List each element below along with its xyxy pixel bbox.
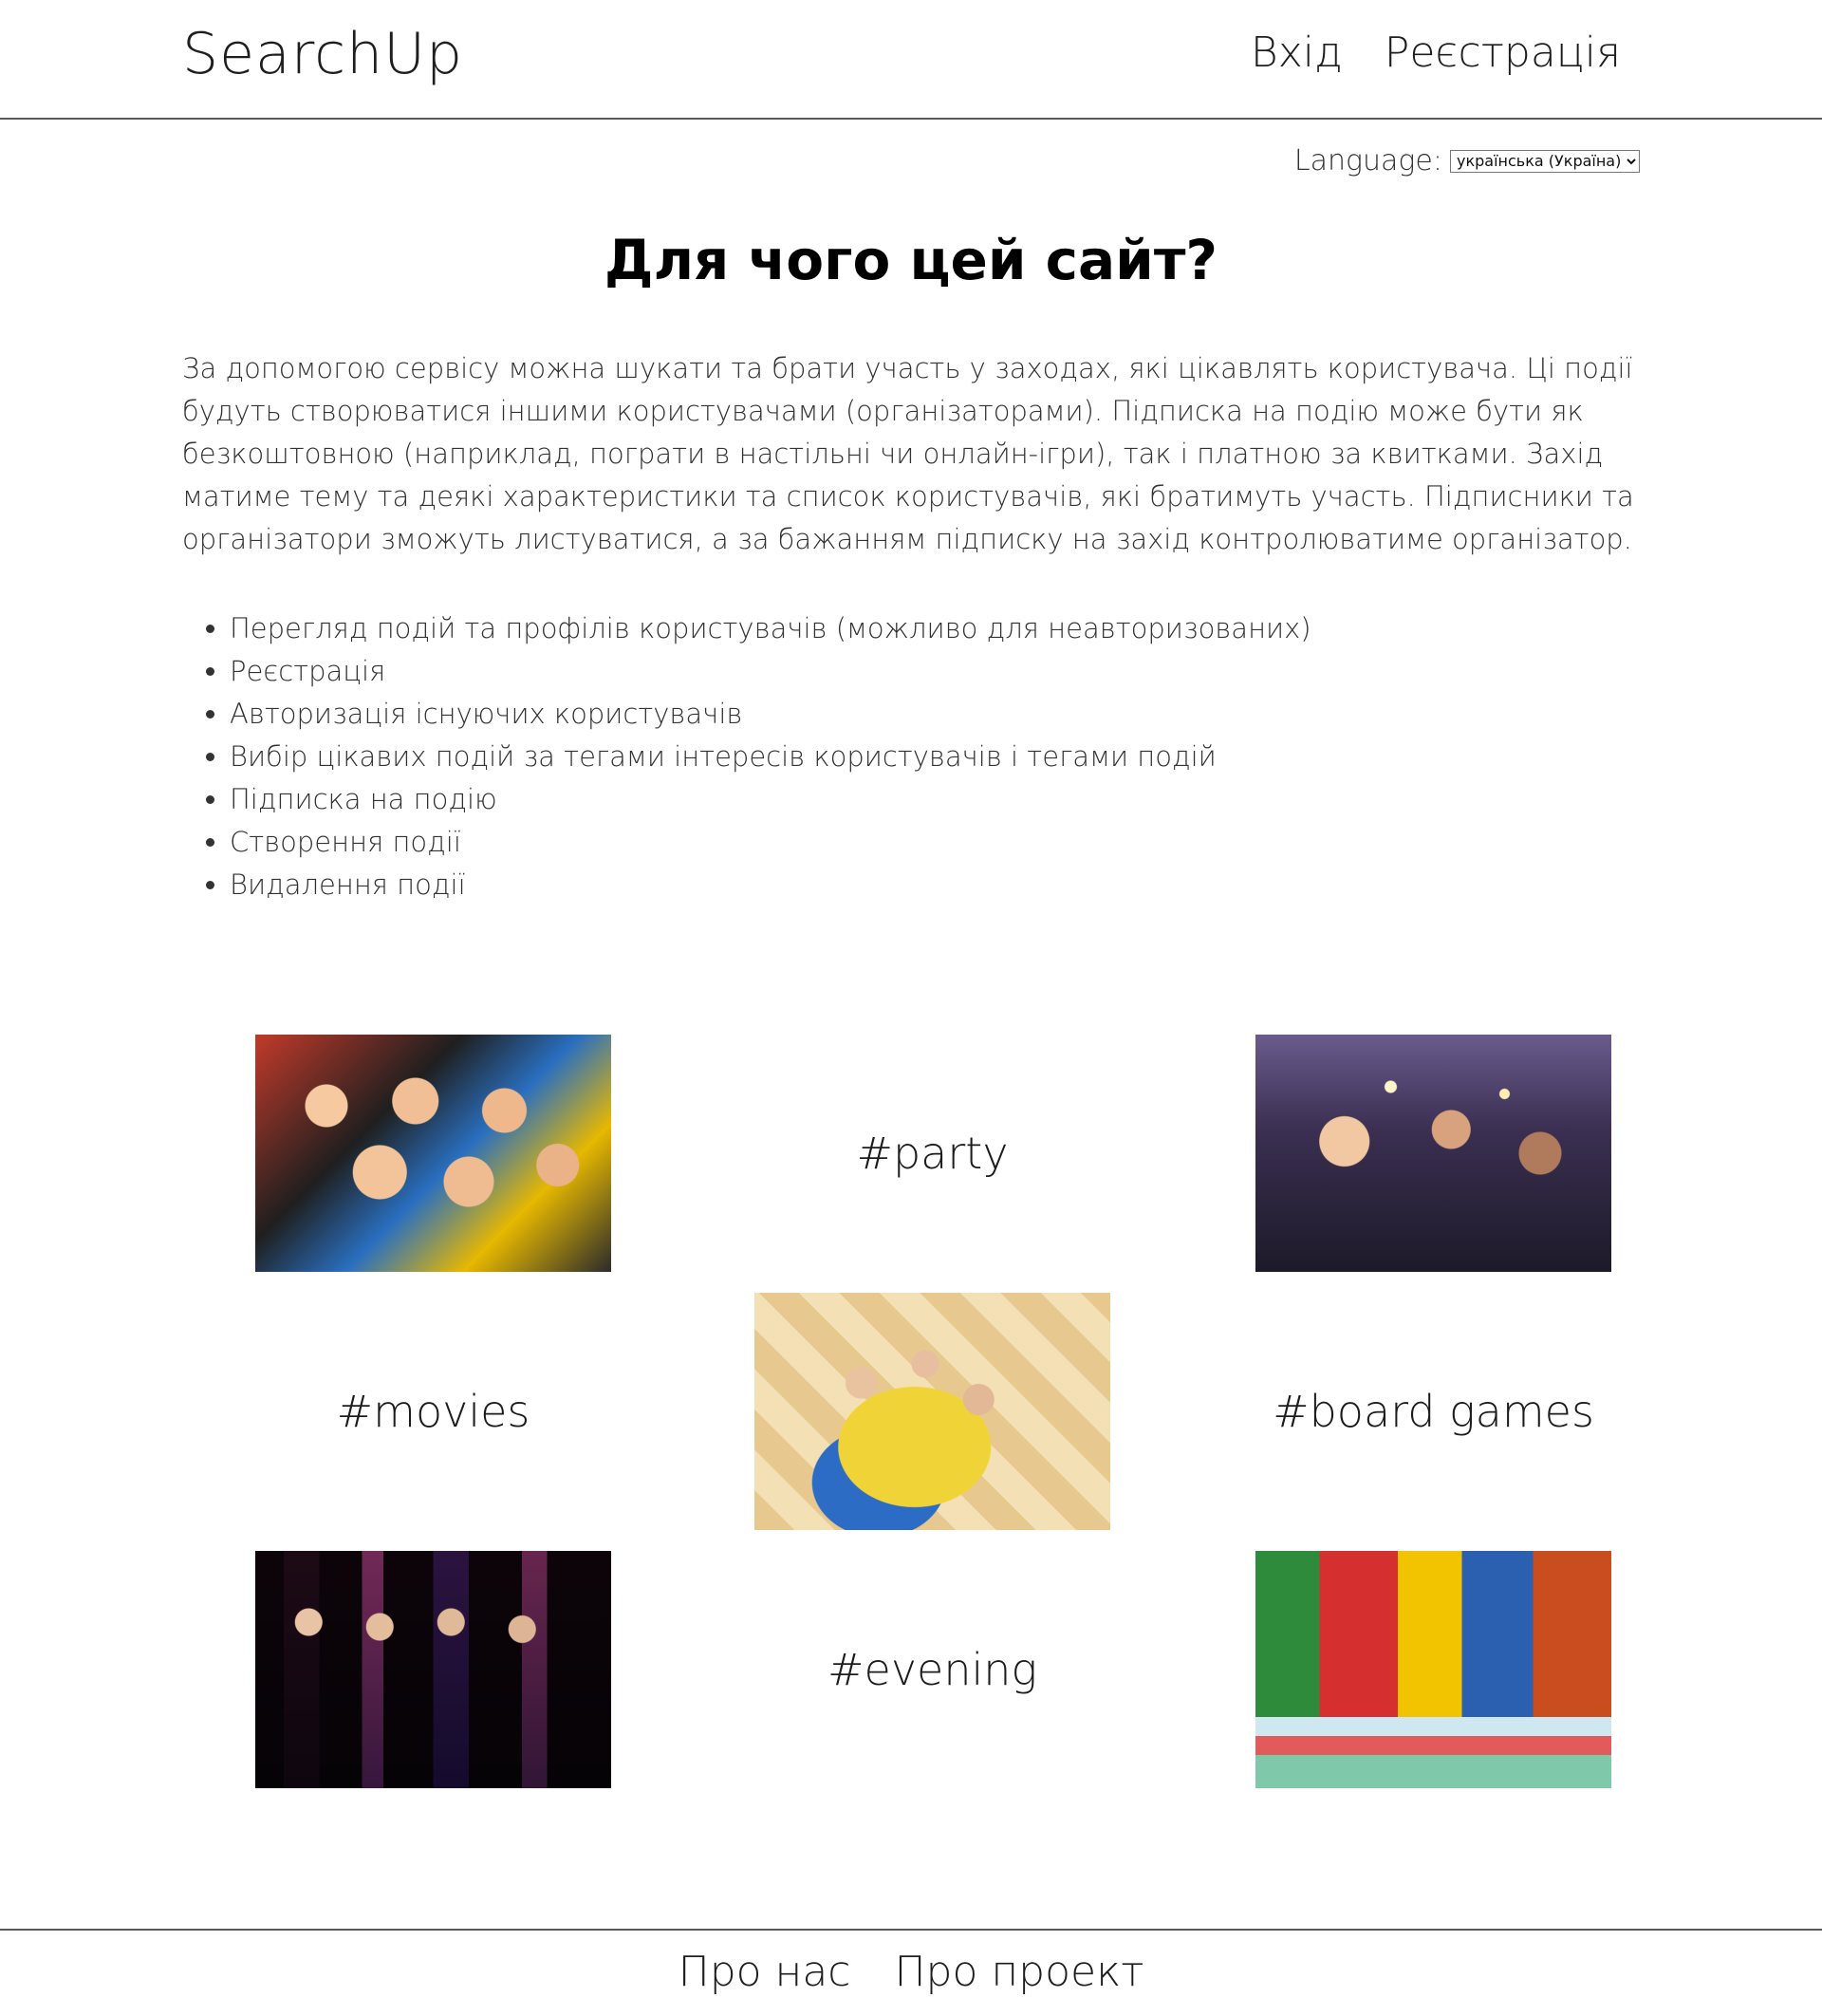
- brand-logo-link[interactable]: SearchUp: [182, 21, 463, 87]
- feature-item: Підписка на подію: [230, 778, 1311, 821]
- register-link[interactable]: Реєстрація: [1385, 28, 1621, 77]
- site-header: SearchUp Вхід Реєстрація: [0, 0, 1822, 120]
- footer-nav: Про нас Про проект: [0, 1948, 1822, 1996]
- feature-item: Вибір цікавих подій за тегами інтересів …: [230, 736, 1311, 778]
- language-label: Language:: [1293, 144, 1442, 177]
- site-description: За допомогою сервісу можна шукати та бра…: [182, 352, 1634, 555]
- header-nav: Вхід Реєстрація: [1251, 28, 1621, 77]
- feature-item: Видалення події: [230, 864, 1311, 906]
- sparklers-photo: [1255, 1035, 1611, 1272]
- site-footer: Про нас Про проект: [0, 1929, 1822, 2016]
- features-list: Перегляд подій та профілів користувачів …: [182, 607, 1311, 906]
- party-photo: [255, 1035, 611, 1272]
- language-select[interactable]: українська (Україна): [1450, 149, 1640, 173]
- tag-movies[interactable]: #movies: [255, 1293, 611, 1530]
- feature-item: Реєстрація: [230, 650, 1311, 693]
- feature-item: Перегляд подій та профілів користувачів …: [230, 607, 1311, 650]
- kids-party-photo: [754, 1293, 1110, 1530]
- themed-evening-photo: [255, 1551, 611, 1788]
- tag-party[interactable]: #party: [754, 1035, 1110, 1272]
- board-games-photo: [1255, 1551, 1611, 1788]
- about-us-link[interactable]: Про нас: [679, 1948, 851, 1996]
- tag-evening[interactable]: #evening: [754, 1551, 1110, 1788]
- login-link[interactable]: Вхід: [1251, 28, 1343, 77]
- feature-item: Створення події: [230, 821, 1311, 864]
- page-title: Для чого цей сайт?: [604, 228, 1218, 292]
- tag-board-games[interactable]: #board games: [1255, 1293, 1611, 1530]
- language-selector: Language: українська (Україна): [1294, 144, 1640, 177]
- feature-item: Авторизація існуючих користувачів: [230, 693, 1311, 736]
- about-project-link[interactable]: Про проект: [894, 1948, 1143, 1996]
